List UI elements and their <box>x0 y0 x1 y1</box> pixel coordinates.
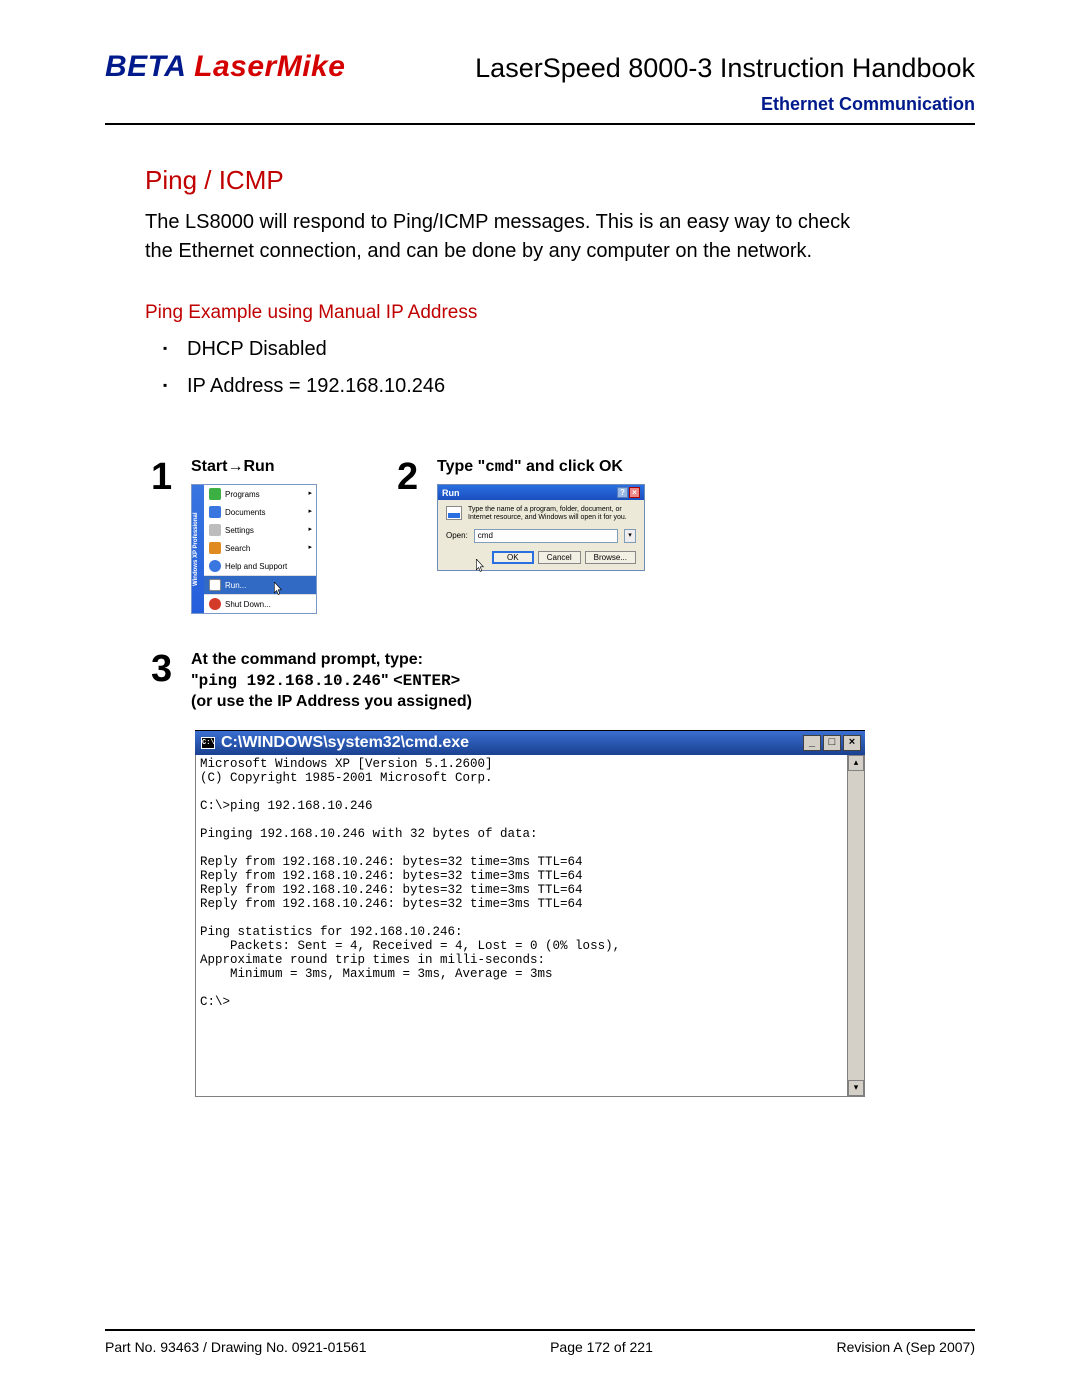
ok-button[interactable]: OK <box>492 551 534 564</box>
menu-item-shutdown[interactable]: Shut Down... <box>204 595 316 613</box>
cmd-titlebar: C:\ C:\WINDOWS\system32\cmd.exe _ □ × <box>195 731 865 755</box>
scroll-down-icon[interactable]: ▾ <box>848 1080 864 1096</box>
step-number: 1 <box>151 458 185 496</box>
cmd-scrollbar[interactable]: ▴ ▾ <box>847 755 864 1096</box>
menu-item-help[interactable]: Help and Support <box>204 557 316 575</box>
settings-icon <box>209 524 221 536</box>
run-dialog-icon <box>446 506 462 520</box>
run-dialog: Run ? × Type the name of a program, fold… <box>437 484 645 571</box>
submenu-arrow-icon: ▸ <box>308 489 312 497</box>
menu-label: Search <box>225 544 250 553</box>
run-dialog-titlebar: Run ? × <box>438 485 644 500</box>
scroll-up-icon[interactable]: ▴ <box>848 755 864 771</box>
menu-item-programs[interactable]: Programs ▸ <box>204 485 316 503</box>
open-label: Open: <box>446 531 468 540</box>
close-button[interactable]: × <box>843 735 861 751</box>
cmd-title: C:\WINDOWS\system32\cmd.exe <box>221 734 797 752</box>
cancel-button[interactable]: Cancel <box>538 551 581 564</box>
close-button[interactable]: × <box>629 487 640 498</box>
menu-label: Settings <box>225 526 254 535</box>
page-footer: Part No. 93463 / Drawing No. 0921-01561 … <box>105 1329 975 1355</box>
help-icon <box>209 560 221 572</box>
section-header: Ethernet Communication <box>105 88 975 121</box>
dropdown-icon[interactable]: ▾ <box>624 529 636 543</box>
step-number: 3 <box>151 650 185 688</box>
step-number: 2 <box>397 458 431 496</box>
run-dialog-title: Run <box>442 488 460 498</box>
documents-icon <box>209 506 221 518</box>
step2-title-cmd: cmd <box>485 458 514 476</box>
arrow-icon: → <box>227 458 243 475</box>
footer-part-number: Part No. 93463 / Drawing No. 0921-01561 <box>105 1339 367 1355</box>
bullet-list: DHCP Disabled IP Address = 192.168.10.24… <box>145 338 865 398</box>
programs-icon <box>209 488 221 500</box>
cmd-output: Microsoft Windows XP [Version 5.1.2600] … <box>196 755 847 1096</box>
submenu-arrow-icon: ▸ <box>308 525 312 533</box>
step3-enter-key: <ENTER> <box>393 672 460 690</box>
search-icon <box>209 542 221 554</box>
menu-item-run[interactable]: Run... <box>204 576 316 594</box>
step3-quote-open: " <box>191 672 199 689</box>
browse-button[interactable]: Browse... <box>585 551 636 564</box>
brand-logo: BETA LaserMike <box>105 50 345 84</box>
menu-label: Documents <box>225 508 265 517</box>
menu-item-settings[interactable]: Settings ▸ <box>204 521 316 539</box>
step3-line1: At the command prompt, type: <box>191 651 423 668</box>
step1-title: Start→Run <box>191 458 391 476</box>
step3-title: At the command prompt, type: "ping 192.1… <box>191 650 472 712</box>
help-button[interactable]: ? <box>617 487 628 498</box>
step2-title-pre: Type " <box>437 458 485 475</box>
document-title: LaserSpeed 8000-3 Instruction Handbook <box>475 53 975 84</box>
maximize-button[interactable]: □ <box>823 735 841 751</box>
footer-revision: Revision A (Sep 2007) <box>836 1339 975 1355</box>
step1-title-post: Run <box>243 458 274 475</box>
cmd-icon: C:\ <box>201 737 215 749</box>
start-menu-sidebar: Windows XP Professional <box>192 485 204 613</box>
bullet-item: IP Address = 192.168.10.246 <box>187 375 865 398</box>
step2-title: Type "cmd" and click OK <box>437 458 645 476</box>
step1-title-pre: Start <box>191 458 227 475</box>
logo-beta: BETA <box>105 50 185 83</box>
bullet-item: DHCP Disabled <box>187 338 865 361</box>
subsection-title: Ping Example using Manual IP Address <box>145 302 865 324</box>
menu-item-documents[interactable]: Documents ▸ <box>204 503 316 521</box>
section-body: The LS8000 will respond to Ping/ICMP mes… <box>145 208 865 266</box>
footer-page-number: Page 172 of 221 <box>550 1339 653 1355</box>
submenu-arrow-icon: ▸ <box>308 507 312 515</box>
logo-rest: LaserMike <box>185 50 345 83</box>
minimize-button[interactable]: _ <box>803 735 821 751</box>
start-menu: Windows XP Professional Programs ▸ Docume… <box>191 484 317 614</box>
step3-quote-close: " <box>381 672 393 689</box>
step3-line3: (or use the IP Address you assigned) <box>191 693 472 710</box>
menu-item-search[interactable]: Search ▸ <box>204 539 316 557</box>
run-open-input[interactable] <box>474 529 618 543</box>
submenu-arrow-icon: ▸ <box>308 543 312 551</box>
menu-label: Run... <box>225 581 246 590</box>
menu-label: Shut Down... <box>225 600 271 609</box>
run-dialog-message: Type the name of a program, folder, docu… <box>468 506 636 523</box>
step3-ping-command: ping 192.168.10.246 <box>199 672 381 690</box>
menu-label: Programs <box>225 490 260 499</box>
cursor-icon <box>274 582 284 596</box>
shutdown-icon <box>209 598 221 610</box>
cmd-window: C:\ C:\WINDOWS\system32\cmd.exe _ □ × Mi… <box>195 730 865 1097</box>
section-title: Ping / ICMP <box>145 165 865 196</box>
menu-label: Help and Support <box>225 562 287 571</box>
run-icon <box>209 579 221 591</box>
cursor-icon <box>476 559 486 573</box>
step2-title-post: " and click OK <box>514 458 623 475</box>
